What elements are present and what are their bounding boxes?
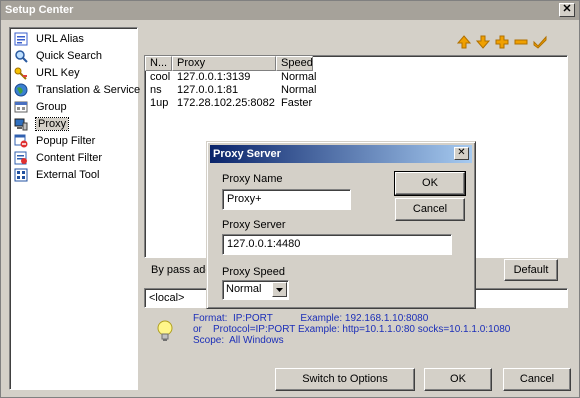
url-key-icon	[14, 66, 28, 80]
check-icon[interactable]	[532, 34, 548, 50]
globe-icon	[14, 83, 28, 97]
column-name[interactable]: N...	[145, 56, 172, 71]
sidebar-item-quick-search[interactable]: Quick Search	[10, 47, 137, 64]
ok-button[interactable]: OK	[424, 368, 492, 391]
sidebar-item-content-filter[interactable]: Content Filter	[10, 149, 137, 166]
sidebar-item-proxy[interactable]: Proxy	[10, 115, 137, 132]
dialog-title: Proxy Server	[213, 148, 281, 160]
move-up-icon[interactable]	[456, 34, 472, 50]
proxy-name-cell: 1up	[150, 97, 169, 109]
window-title: Setup Center	[5, 4, 74, 16]
move-down-icon[interactable]	[475, 34, 491, 50]
sidebar-item-label: URL Alias	[36, 32, 84, 45]
table-row[interactable]: ns 127.0.0.1:81 Normal	[145, 84, 567, 97]
sidebar-item-label: Content Filter	[36, 151, 103, 164]
sidebar-item-label: Group	[36, 100, 67, 113]
chevron-down-icon[interactable]	[272, 282, 287, 297]
sidebar-item-label: URL Key	[36, 66, 80, 79]
group-icon	[14, 100, 28, 114]
proxy-name-label: Proxy Name	[222, 173, 283, 185]
sidebar-item-label: External Tool	[36, 168, 100, 181]
proxy-name-cell: ns	[150, 84, 162, 96]
dialog-cancel-button[interactable]: Cancel	[395, 198, 465, 221]
proxy-speed-cell: Normal	[281, 84, 317, 96]
title-bar: Setup Center ✕	[1, 1, 579, 20]
cancel-button[interactable]: Cancel	[503, 368, 571, 391]
sidebar-item-popup-filter[interactable]: Popup Filter	[10, 132, 137, 149]
sidebar-item-label: Translation & Service	[36, 83, 141, 96]
table-row[interactable]: 1up 172.28.102.25:8082 Faster	[145, 97, 567, 110]
sidebar-item-label: Quick Search	[36, 49, 103, 62]
category-list[interactable]: URL Alias Quick Search URL Key Translati…	[9, 27, 141, 390]
sidebar-item-label: Proxy	[34, 116, 70, 131]
sidebar-item-translation[interactable]: Translation & Service	[10, 81, 141, 98]
remove-icon[interactable]	[513, 34, 529, 50]
default-button[interactable]: Default	[504, 259, 558, 281]
column-proxy[interactable]: Proxy	[172, 56, 276, 71]
window-close-button[interactable]: ✕	[559, 3, 575, 17]
external-tool-icon	[14, 168, 28, 182]
hint-line-format: Format: IP:PORT Example: 192.168.1.10:80…	[193, 313, 429, 324]
proxy-speed-select[interactable]: Normal	[222, 280, 289, 300]
proxy-name-cell: cool	[150, 71, 171, 83]
content-filter-icon	[14, 151, 28, 165]
proxy-speed-value: Normal	[226, 283, 262, 295]
proxy-address-cell: 172.28.102.25:8082	[177, 97, 275, 109]
dialog-title-bar: Proxy Server ✕	[210, 145, 472, 163]
list-toolbar	[456, 34, 548, 50]
proxy-speed-cell: Normal	[281, 71, 317, 83]
sidebar-item-label: Popup Filter	[36, 134, 96, 147]
proxy-server-dialog: Proxy Server ✕ Proxy Name Proxy+ Proxy S…	[206, 141, 476, 309]
sidebar-item-url-key[interactable]: URL Key	[10, 64, 137, 81]
dialog-ok-button[interactable]: OK	[394, 171, 466, 196]
column-speed[interactable]: Speed	[276, 56, 313, 71]
proxy-list-header: N... Proxy Speed	[145, 56, 567, 71]
proxy-server-input[interactable]: 127.0.0.1:4480	[222, 234, 452, 255]
switch-to-options-button[interactable]: Switch to Options	[275, 368, 415, 391]
table-row[interactable]: cool 127.0.0.1:3139 Normal	[145, 71, 567, 84]
proxy-speed-label: Proxy Speed	[222, 266, 285, 278]
proxy-name-input[interactable]: Proxy+	[222, 189, 351, 210]
sidebar-item-url-alias[interactable]: URL Alias	[10, 30, 137, 47]
lightbulb-icon	[156, 319, 174, 343]
hint-line-protocol: or Protocol=IP:PORT Example: http=10.1.1…	[193, 324, 511, 335]
proxy-server-label: Proxy Server	[222, 219, 286, 231]
format-hint: Format: IP:PORT Example: 192.168.1.10:80…	[193, 313, 510, 346]
dialog-close-button[interactable]: ✕	[454, 147, 469, 160]
proxy-address-cell: 127.0.0.1:81	[177, 84, 239, 96]
quick-search-icon	[14, 49, 28, 63]
proxy-icon	[14, 117, 28, 131]
sidebar-item-external-tool[interactable]: External Tool	[10, 166, 137, 183]
popup-filter-icon	[14, 134, 28, 148]
add-icon[interactable]	[494, 34, 510, 50]
sidebar-item-group[interactable]: Group	[10, 98, 137, 115]
proxy-address-cell: 127.0.0.1:3139	[177, 71, 251, 83]
url-alias-icon	[14, 32, 28, 46]
hint-line-scope: Scope: All Windows	[193, 335, 284, 346]
proxy-speed-cell: Faster	[281, 97, 313, 109]
